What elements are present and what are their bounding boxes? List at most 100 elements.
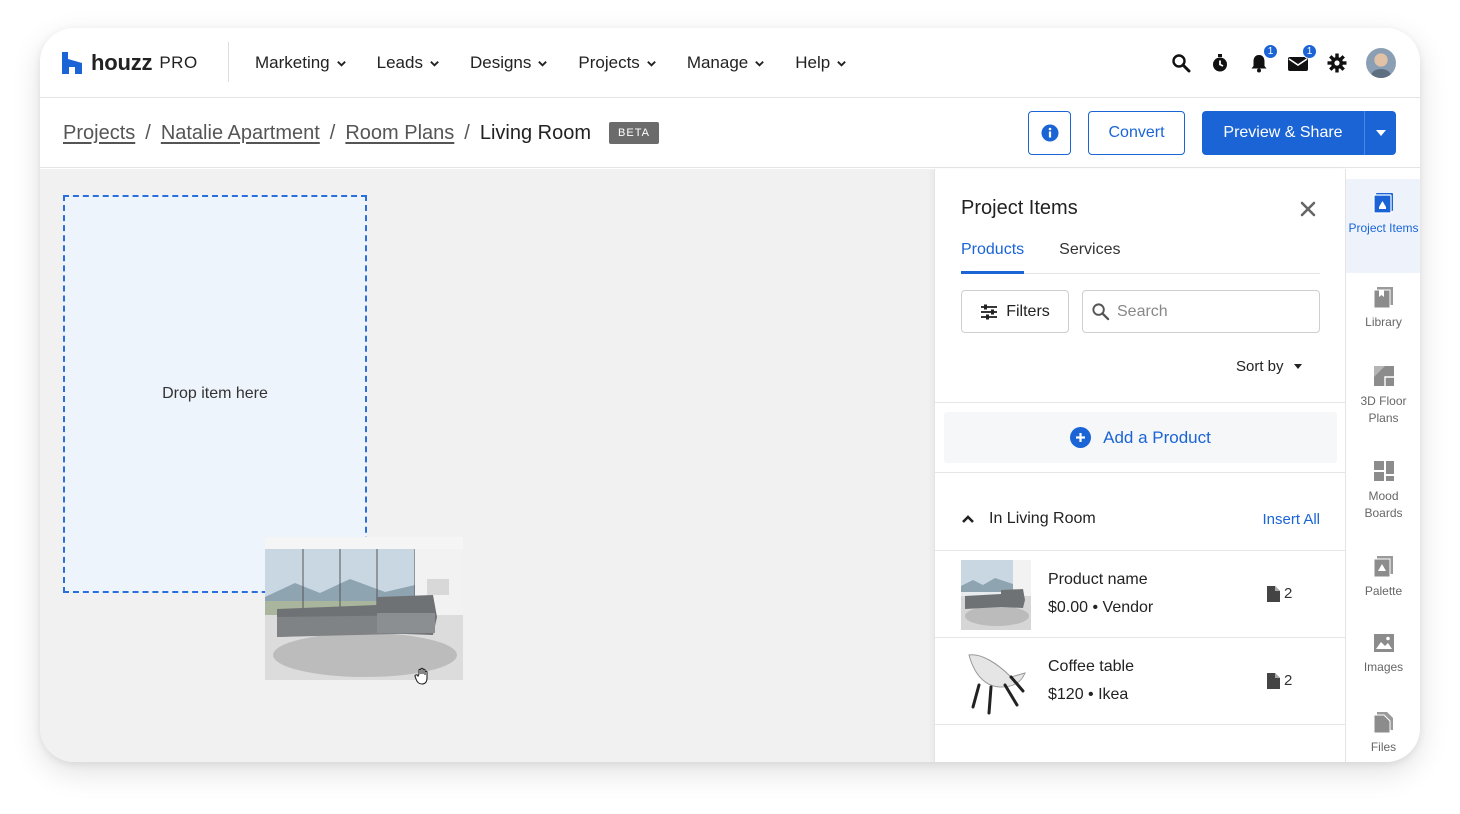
avatar[interactable] bbox=[1366, 48, 1396, 78]
files-icon bbox=[1373, 712, 1393, 733]
chevron-down-icon bbox=[538, 60, 548, 67]
bell-icon[interactable]: 1 bbox=[1248, 44, 1278, 74]
rail-label: Mood Boards bbox=[1364, 489, 1403, 520]
houzz-pro-logo[interactable]: houzz PRO bbox=[62, 48, 198, 78]
nav-item-designs[interactable]: Designs bbox=[470, 53, 548, 73]
breadcrumb-natalie-apartment[interactable]: Natalie Apartment bbox=[161, 122, 320, 145]
search-input[interactable] bbox=[1117, 302, 1307, 321]
room-plan-canvas[interactable]: Drop item here bbox=[40, 169, 934, 762]
search-field[interactable] bbox=[1082, 290, 1320, 333]
gear-icon[interactable] bbox=[1326, 52, 1348, 74]
section-header-in-living-room: In Living Room Insert All bbox=[961, 510, 1320, 528]
preview-share-label: Preview & Share bbox=[1223, 124, 1343, 141]
rail-label: Files bbox=[1370, 740, 1397, 754]
chevron-down-icon bbox=[646, 60, 656, 67]
panel-tabs: Products Services bbox=[961, 241, 1320, 274]
sort-by-dropdown[interactable]: Sort by bbox=[1236, 358, 1302, 375]
search-icon[interactable] bbox=[1170, 52, 1192, 74]
right-rail: Project Items Library 3D Floor Plans Moo… bbox=[1345, 169, 1420, 762]
breadcrumb-separator: / bbox=[464, 121, 470, 144]
library-icon bbox=[1373, 287, 1393, 308]
file-count-value: 2 bbox=[1284, 585, 1293, 602]
share-dropdown-toggle[interactable] bbox=[1364, 111, 1396, 155]
nav-item-marketing[interactable]: Marketing bbox=[255, 53, 347, 73]
nav-item-label: Marketing bbox=[255, 53, 330, 72]
nav-item-leads[interactable]: Leads bbox=[377, 53, 440, 73]
info-icon bbox=[1041, 124, 1058, 142]
rail-item-images[interactable]: Images bbox=[1346, 633, 1420, 676]
product-price: $120 • Ikea bbox=[1048, 686, 1129, 703]
divider bbox=[935, 472, 1346, 473]
rail-item-palette[interactable]: Palette bbox=[1346, 555, 1420, 600]
file-icon bbox=[1267, 585, 1280, 602]
divider bbox=[935, 402, 1346, 403]
notification-badge: 1 bbox=[1263, 44, 1278, 59]
file-count: 2 bbox=[1267, 585, 1292, 602]
rail-label: Images bbox=[1363, 660, 1404, 674]
filters-button[interactable]: Filters bbox=[961, 290, 1069, 333]
caret-down-icon bbox=[1293, 364, 1302, 369]
chevron-down-icon bbox=[336, 60, 346, 67]
breadcrumb-separator: / bbox=[145, 121, 151, 144]
drop-zone[interactable]: Drop item here bbox=[63, 195, 367, 593]
nav-icons: 1 1 bbox=[1153, 28, 1396, 98]
nav-item-label: Leads bbox=[376, 53, 423, 72]
product-price: $0.00 • Vendor bbox=[1048, 599, 1154, 616]
rail-item-mood-boards[interactable]: Mood Boards bbox=[1346, 460, 1420, 522]
rail-label: Palette bbox=[1364, 584, 1403, 598]
rail-item-project-items[interactable]: Project Items bbox=[1346, 179, 1420, 273]
file-count-value: 2 bbox=[1284, 672, 1293, 689]
rail-label: Library bbox=[1365, 315, 1402, 329]
houzz-logo-icon bbox=[62, 52, 82, 74]
inbox-icon[interactable]: 1 bbox=[1287, 44, 1317, 74]
breadcrumb-room-plans[interactable]: Room Plans bbox=[345, 122, 454, 145]
rail-label: Project Items bbox=[1348, 221, 1419, 235]
rail-item-library[interactable]: Library bbox=[1346, 286, 1420, 331]
rail-item-3d-floor-plans[interactable]: 3D Floor Plans bbox=[1346, 365, 1420, 427]
tab-services[interactable]: Services bbox=[1059, 241, 1120, 274]
list-item[interactable]: Product name $0.00 • Vendor 2 bbox=[935, 550, 1346, 637]
dragged-product-image[interactable] bbox=[265, 537, 463, 680]
breadcrumb: Projects / Natalie Apartment / Room Plan… bbox=[63, 98, 659, 168]
chevron-down-icon bbox=[755, 60, 765, 67]
top-nav: houzz PRO Marketing Leads Designs Projec… bbox=[40, 28, 1420, 98]
tab-products[interactable]: Products bbox=[961, 241, 1025, 274]
breadcrumb-projects[interactable]: Projects bbox=[63, 122, 135, 145]
main-menu: Marketing Leads Designs Projects Manage … bbox=[255, 28, 877, 98]
nav-item-label: Help bbox=[795, 53, 831, 72]
list-item[interactable]: Coffee table $120 • Ikea 2 bbox=[935, 637, 1346, 724]
info-button[interactable] bbox=[1028, 111, 1071, 155]
convert-button[interactable]: Convert bbox=[1088, 111, 1185, 155]
preview-share-button[interactable]: Preview & Share bbox=[1202, 111, 1396, 155]
filters-label: Filters bbox=[1006, 302, 1050, 320]
project-items-panel: Project Items Products Services Filters … bbox=[934, 169, 1346, 762]
panel-title: Project Items bbox=[961, 197, 1078, 219]
palette-icon bbox=[1373, 556, 1393, 577]
add-product-label: Add a Product bbox=[1103, 427, 1211, 447]
chevron-down-icon bbox=[430, 60, 439, 67]
chevron-up-icon[interactable] bbox=[961, 514, 975, 524]
beta-badge: BETA bbox=[609, 122, 659, 144]
nav-item-label: Designs bbox=[469, 53, 532, 72]
floor-plans-icon bbox=[1373, 366, 1394, 386]
caret-down-icon bbox=[1375, 130, 1386, 136]
mood-boards-icon bbox=[1373, 461, 1394, 481]
search-icon bbox=[1092, 303, 1110, 321]
sliders-icon bbox=[981, 304, 998, 319]
add-product-button[interactable]: Add a Product bbox=[944, 412, 1337, 463]
nav-item-projects[interactable]: Projects bbox=[578, 53, 656, 73]
sort-by-label: Sort by bbox=[1236, 358, 1284, 375]
timer-icon[interactable] bbox=[1209, 52, 1231, 74]
product-name: Coffee table bbox=[1048, 658, 1134, 675]
message-badge: 1 bbox=[1302, 44, 1317, 59]
insert-all-link[interactable]: Insert All bbox=[1262, 511, 1320, 528]
nav-item-manage[interactable]: Manage bbox=[687, 53, 765, 73]
nav-item-label: Manage bbox=[686, 53, 749, 72]
product-name: Product name bbox=[1048, 571, 1148, 588]
nav-divider bbox=[228, 42, 229, 82]
nav-item-help[interactable]: Help bbox=[795, 53, 847, 73]
close-icon[interactable] bbox=[1298, 199, 1318, 219]
file-count: 2 bbox=[1267, 672, 1292, 689]
rail-item-files[interactable]: Files bbox=[1346, 711, 1420, 756]
divider bbox=[935, 724, 1346, 725]
